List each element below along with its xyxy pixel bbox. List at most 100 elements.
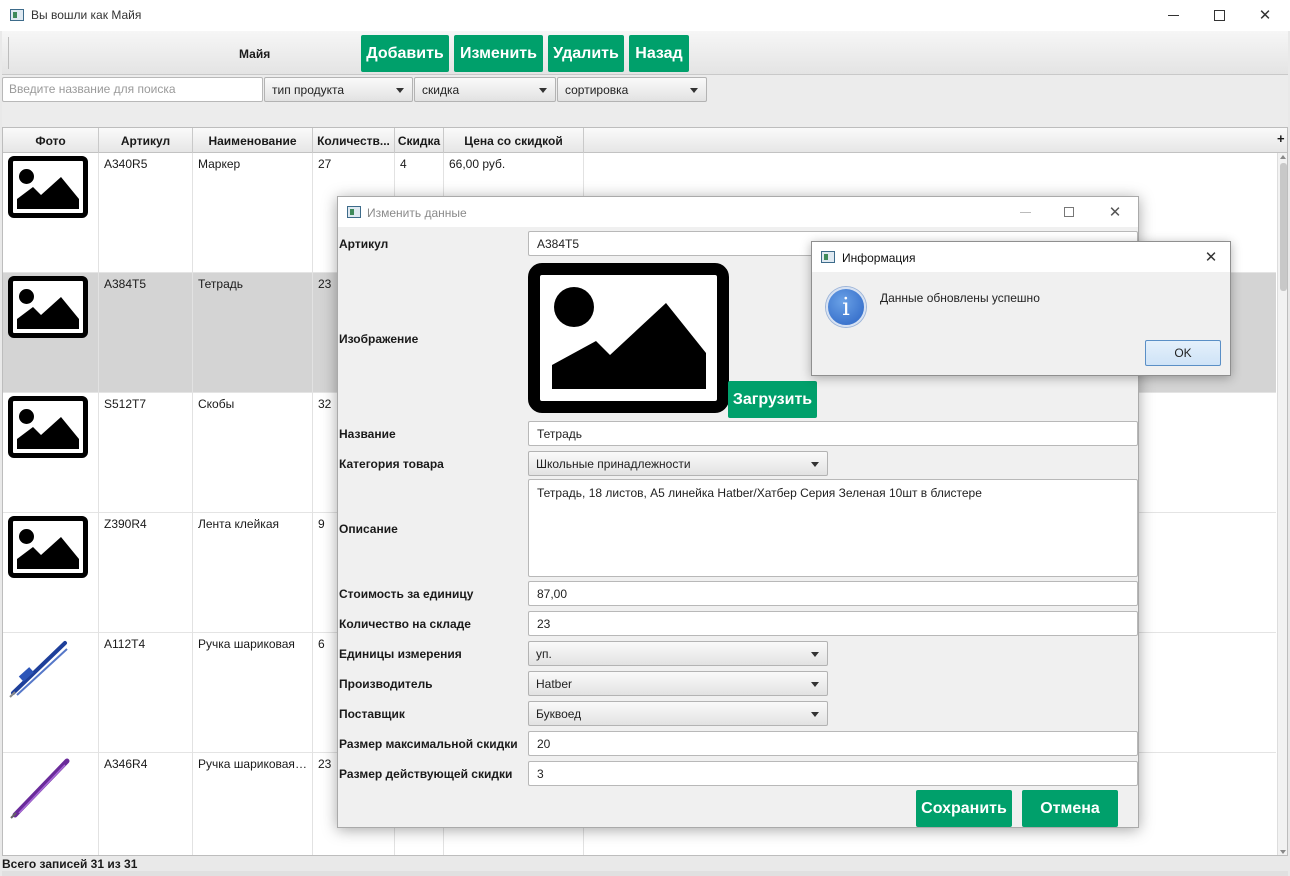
article-cell: S512T7 (99, 393, 193, 513)
upload-image-button[interactable]: Загрузить (728, 381, 817, 418)
info-dialog-title: Информация (842, 251, 916, 265)
article-cell: A340R5 (99, 153, 193, 273)
maximize-icon (1064, 207, 1074, 217)
unit-cost-field[interactable]: 87,00 (528, 581, 1138, 606)
description-textarea[interactable]: Тетрадь, 18 листов, А5 линейка Hatber/Ха… (528, 479, 1138, 577)
dialog-close-button[interactable]: ✕ (1092, 197, 1138, 227)
label-supplier: Поставщик (339, 707, 405, 721)
close-icon: ✕ (1204, 249, 1218, 266)
blue-pen-photo (9, 641, 68, 698)
current-user-label: Майя (239, 47, 271, 61)
unit-value: уп. (536, 647, 552, 661)
column-header-article[interactable]: Артикул (99, 128, 193, 153)
name-cell: Тетрадь (193, 273, 313, 393)
ok-button[interactable]: OK (1145, 340, 1221, 366)
column-header-discounted-price[interactable]: Цена со скидкой (444, 128, 584, 153)
search-input[interactable]: Введите название для поиска (2, 77, 263, 102)
back-button[interactable]: Назад (629, 35, 689, 72)
purple-pen-photo (10, 758, 70, 819)
toolbar-grip (8, 37, 10, 69)
label-unit-cost: Стоимость за единицу (339, 587, 474, 601)
name-cell: Лента клейкая (193, 513, 313, 633)
name-cell: Ручка шариковая ... (193, 753, 313, 855)
table-scrollbar[interactable] (1277, 153, 1287, 855)
chevron-down-icon (811, 462, 819, 467)
dialog-minimize-button[interactable] (1002, 197, 1048, 227)
edit-dialog-titlebar: Изменить данные ✕ (338, 197, 1138, 227)
records-count: Всего записей 31 из 31 (2, 857, 138, 871)
max-discount-field[interactable]: 20 (528, 731, 1138, 756)
label-current-discount: Размер действующей скидки (339, 767, 513, 781)
photo-cell (3, 753, 99, 855)
column-header-photo[interactable]: Фото (3, 128, 99, 153)
save-button[interactable]: Сохранить (916, 790, 1012, 827)
label-manufacturer: Производитель (339, 677, 433, 691)
close-icon: ✕ (1258, 7, 1272, 24)
label-image: Изображение (339, 332, 419, 346)
article-cell: A384T5 (99, 273, 193, 393)
window-title: Вы вошли как Майя (31, 8, 142, 22)
column-header-name[interactable]: Наименование (193, 128, 313, 153)
maximize-button[interactable] (1196, 0, 1242, 31)
info-message: Данные обновлены успешно (880, 291, 1040, 305)
column-header-discount[interactable]: Скидка (395, 128, 444, 153)
discount-value: скидка (422, 83, 460, 97)
scrollbar-thumb[interactable] (1280, 163, 1287, 291)
chevron-down-icon (396, 88, 404, 93)
name-cell: Скобы (193, 393, 313, 513)
info-close-button[interactable]: ✕ (1192, 242, 1230, 273)
app-icon (10, 9, 24, 21)
scroll-down-icon[interactable] (1280, 850, 1286, 854)
discount-select[interactable]: скидка (414, 77, 556, 102)
minimize-icon (1019, 211, 1031, 213)
label-unit: Единицы измерения (339, 647, 462, 661)
cancel-button[interactable]: Отмена (1022, 790, 1118, 827)
info-icon: i (826, 287, 866, 327)
name-field[interactable]: Тетрадь (528, 421, 1138, 446)
edit-button[interactable]: Изменить (454, 35, 543, 72)
close-icon: ✕ (1108, 203, 1122, 221)
current-discount-field[interactable]: 3 (528, 761, 1138, 786)
dialog-maximize-button[interactable] (1046, 197, 1092, 227)
label-description: Описание (339, 522, 398, 536)
placeholder-image-icon (8, 156, 88, 218)
article-cell: A346R4 (99, 753, 193, 855)
maximize-icon (1213, 10, 1225, 21)
placeholder-image-icon (8, 276, 88, 338)
add-button[interactable]: Добавить (361, 35, 449, 72)
chevron-down-icon (811, 652, 819, 657)
supplier-value: Буквоед (536, 707, 582, 721)
category-select[interactable]: Школьные принадлежности (528, 451, 828, 476)
product-type-select[interactable]: тип продукта (264, 77, 413, 102)
toolbar: Майя Добавить Изменить Удалить Назад (2, 31, 1288, 75)
label-max-discount: Размер максимальной скидки (339, 737, 518, 751)
sorting-select[interactable]: сортировка (557, 77, 707, 102)
label-name: Название (339, 427, 396, 441)
add-column-icon[interactable]: + (1277, 131, 1285, 146)
article-cell: A112T4 (99, 633, 193, 753)
info-dialog-titlebar: Информация ✕ (812, 242, 1230, 272)
chevron-down-icon (811, 682, 819, 687)
app-icon (347, 206, 361, 218)
chevron-down-icon (811, 712, 819, 717)
close-button[interactable]: ✕ (1242, 0, 1288, 31)
stock-qty-field[interactable]: 23 (528, 611, 1138, 636)
unit-select[interactable]: уп. (528, 641, 828, 666)
footer-strip (2, 871, 1288, 876)
manufacturer-value: Hatber (536, 677, 573, 691)
manufacturer-select[interactable]: Hatber (528, 671, 828, 696)
minimize-button[interactable] (1150, 0, 1196, 31)
column-header-quantity[interactable]: Количеств... (313, 128, 395, 153)
delete-button[interactable]: Удалить (548, 35, 624, 72)
name-cell: Маркер (193, 153, 313, 273)
photo-cell (3, 633, 99, 753)
photo-cell (3, 513, 99, 633)
table-header: Фото Артикул Наименование Количеств... С… (3, 128, 1287, 153)
sorting-value: сортировка (565, 83, 629, 97)
name-cell: Ручка шариковая (193, 633, 313, 753)
photo-cell (3, 153, 99, 273)
scroll-up-icon[interactable] (1280, 155, 1286, 159)
supplier-select[interactable]: Буквоед (528, 701, 828, 726)
chevron-down-icon (539, 88, 547, 93)
placeholder-image-icon (8, 516, 88, 578)
